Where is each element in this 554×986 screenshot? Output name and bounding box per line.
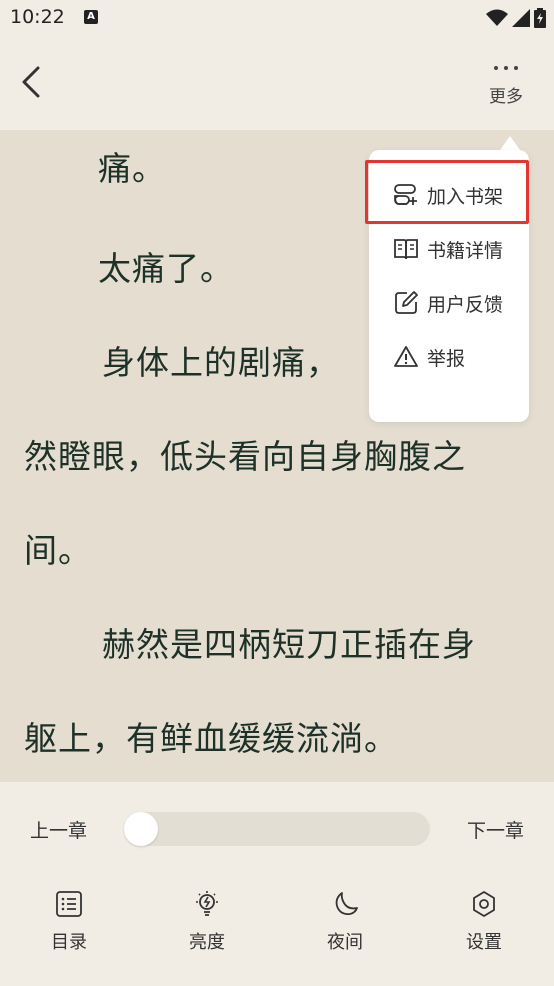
tab-label: 设置 <box>466 932 502 953</box>
moon-icon <box>335 892 358 915</box>
tab-label: 夜间 <box>327 932 363 953</box>
paragraph: 赫然是四柄短刀正插在身 <box>102 625 476 664</box>
chevron-left-icon <box>22 66 40 98</box>
chapter-progress-slider[interactable] <box>124 812 430 846</box>
paragraph: 然瞪眼，低头看向自身胸腹之 <box>24 437 466 476</box>
status-time: 10:22 <box>10 6 65 28</box>
wifi-icon <box>486 9 508 26</box>
menu-item-feedback[interactable]: 用户反馈 <box>369 276 529 330</box>
next-chapter-button[interactable]: 下一章 <box>467 816 524 843</box>
menu-item-book-details[interactable]: 书籍详情 <box>369 222 529 276</box>
paragraph: 间。 <box>24 531 92 570</box>
more-menu: 加入书架 书籍详情 用户反馈 举报 <box>369 150 529 422</box>
paragraph: 痛。 <box>98 149 166 188</box>
menu-item-report[interactable]: 举报 <box>369 330 529 384</box>
more-label: 更多 <box>489 87 523 107</box>
tab-label: 亮度 <box>189 932 225 953</box>
top-bar: 更多 <box>0 38 554 130</box>
status-icons <box>486 8 546 28</box>
status-bar: 10:22 A <box>0 0 554 38</box>
brightness-icon <box>196 891 218 916</box>
more-dots-icon <box>484 66 528 70</box>
signal-icon <box>512 9 530 27</box>
book-open-icon <box>394 239 418 260</box>
paragraph: 身体上的剧痛， <box>102 343 340 382</box>
slider-thumb[interactable] <box>124 812 158 846</box>
settings-icon <box>473 891 495 917</box>
notification-a-icon: A <box>84 10 98 24</box>
edit-feedback-icon <box>395 291 418 314</box>
tab-settings[interactable]: 设置 <box>444 890 524 960</box>
tab-night-mode[interactable]: 夜间 <box>305 890 385 960</box>
bottom-panel: 上一章 下一章 目录 亮度 夜间 设置 <box>0 782 554 986</box>
menu-item-add-to-shelf[interactable]: 加入书架 <box>369 168 529 222</box>
back-button[interactable] <box>16 62 48 102</box>
list-icon <box>56 891 82 917</box>
menu-item-label: 书籍详情 <box>427 239 504 262</box>
menu-item-label: 举报 <box>427 347 466 370</box>
warning-icon <box>394 346 418 367</box>
menu-arrow <box>500 136 520 150</box>
menu-item-label: 用户反馈 <box>427 293 504 316</box>
menu-item-label: 加入书架 <box>427 185 504 208</box>
more-button[interactable]: 更多 <box>484 60 528 116</box>
prev-chapter-button[interactable]: 上一章 <box>30 816 87 843</box>
tab-label: 目录 <box>51 932 87 953</box>
paragraph: 躯上，有鲜血缓缓流淌。 <box>24 719 398 758</box>
add-to-shelf-icon <box>394 184 417 205</box>
paragraph: 太痛了。 <box>98 249 234 288</box>
battery-icon <box>534 8 546 28</box>
tab-catalog[interactable]: 目录 <box>29 890 109 960</box>
tab-brightness[interactable]: 亮度 <box>167 890 247 960</box>
